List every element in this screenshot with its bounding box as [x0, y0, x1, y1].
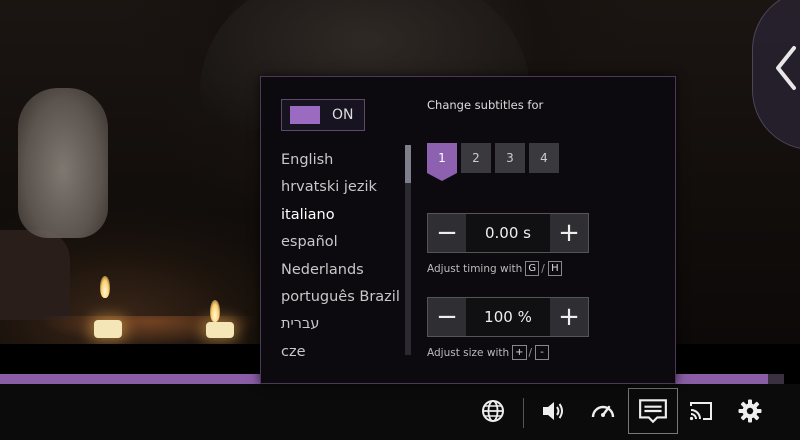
subtitles-toggle[interactable]: ON — [281, 99, 365, 131]
cast-icon — [689, 402, 712, 421]
candle-flame — [210, 300, 220, 322]
track-button-1[interactable]: 1 — [427, 143, 457, 181]
control-bar — [0, 384, 800, 440]
size-increase-button[interactable]: + — [550, 298, 588, 336]
language-item[interactable]: עברית — [281, 311, 407, 338]
video-hand — [18, 88, 108, 238]
timing-key-h: H — [547, 261, 562, 276]
subtitle-track-selector: 1 2 3 4 — [427, 143, 559, 181]
timing-key-g: G — [525, 261, 540, 276]
chevron-left-icon — [776, 46, 796, 90]
subtitles-button[interactable] — [628, 388, 678, 434]
control-separator — [523, 398, 524, 428]
cast-button[interactable] — [686, 396, 716, 426]
candle — [206, 322, 234, 338]
language-item-selected[interactable]: italiano — [281, 202, 407, 229]
size-key-minus: - — [535, 345, 550, 360]
track-button-4[interactable]: 4 — [529, 143, 559, 173]
volume-button[interactable] — [538, 396, 568, 426]
size-hint-text: Adjust size with — [427, 346, 510, 359]
language-item[interactable]: español — [281, 229, 407, 256]
subtitles-icon — [639, 399, 667, 424]
volume-icon — [543, 402, 563, 420]
settings-button[interactable] — [735, 396, 765, 426]
language-item[interactable]: português Brazil — [281, 284, 407, 311]
language-list: English hrvatski jezik italiano español … — [281, 147, 407, 366]
scroll-thumb[interactable] — [405, 145, 411, 183]
change-subtitles-title: Change subtitles for — [427, 98, 544, 112]
size-key-plus: + — [512, 345, 527, 360]
toggle-label: ON — [332, 107, 354, 123]
timing-hint-text: Adjust timing with — [427, 262, 523, 275]
size-value: 100 % — [466, 298, 550, 336]
language-item[interactable]: cze — [281, 339, 407, 366]
speedometer-icon — [591, 405, 615, 418]
language-scrollbar[interactable] — [405, 145, 411, 355]
timing-stepper: − 0.00 s + — [427, 213, 589, 253]
timing-increase-button[interactable]: + — [550, 214, 588, 252]
candle-flame — [100, 276, 110, 298]
track-button-2[interactable]: 2 — [461, 143, 491, 173]
toggle-knob — [290, 106, 320, 124]
globe-icon — [482, 400, 504, 422]
size-decrease-button[interactable]: − — [428, 298, 466, 336]
language-item[interactable]: Nederlands — [281, 257, 407, 284]
timing-key-separator: / — [541, 262, 545, 275]
timing-decrease-button[interactable]: − — [428, 214, 466, 252]
video-arm — [0, 230, 70, 320]
track-button-3[interactable]: 3 — [495, 143, 525, 173]
language-button[interactable] — [478, 396, 508, 426]
candle — [94, 320, 122, 338]
timing-value: 0.00 s — [466, 214, 550, 252]
size-key-separator: / — [528, 346, 533, 359]
size-hint: Adjust size with + / - — [427, 345, 550, 360]
gear-icon — [738, 399, 762, 423]
playback-speed-button[interactable] — [588, 396, 618, 426]
subtitles-panel: ON English hrvatski jezik italiano españ… — [260, 76, 676, 384]
size-stepper: − 100 % + — [427, 297, 589, 337]
language-item[interactable]: English — [281, 147, 407, 174]
timing-hint: Adjust timing with G / H — [427, 261, 562, 276]
language-item[interactable]: hrvatski jezik — [281, 174, 407, 201]
